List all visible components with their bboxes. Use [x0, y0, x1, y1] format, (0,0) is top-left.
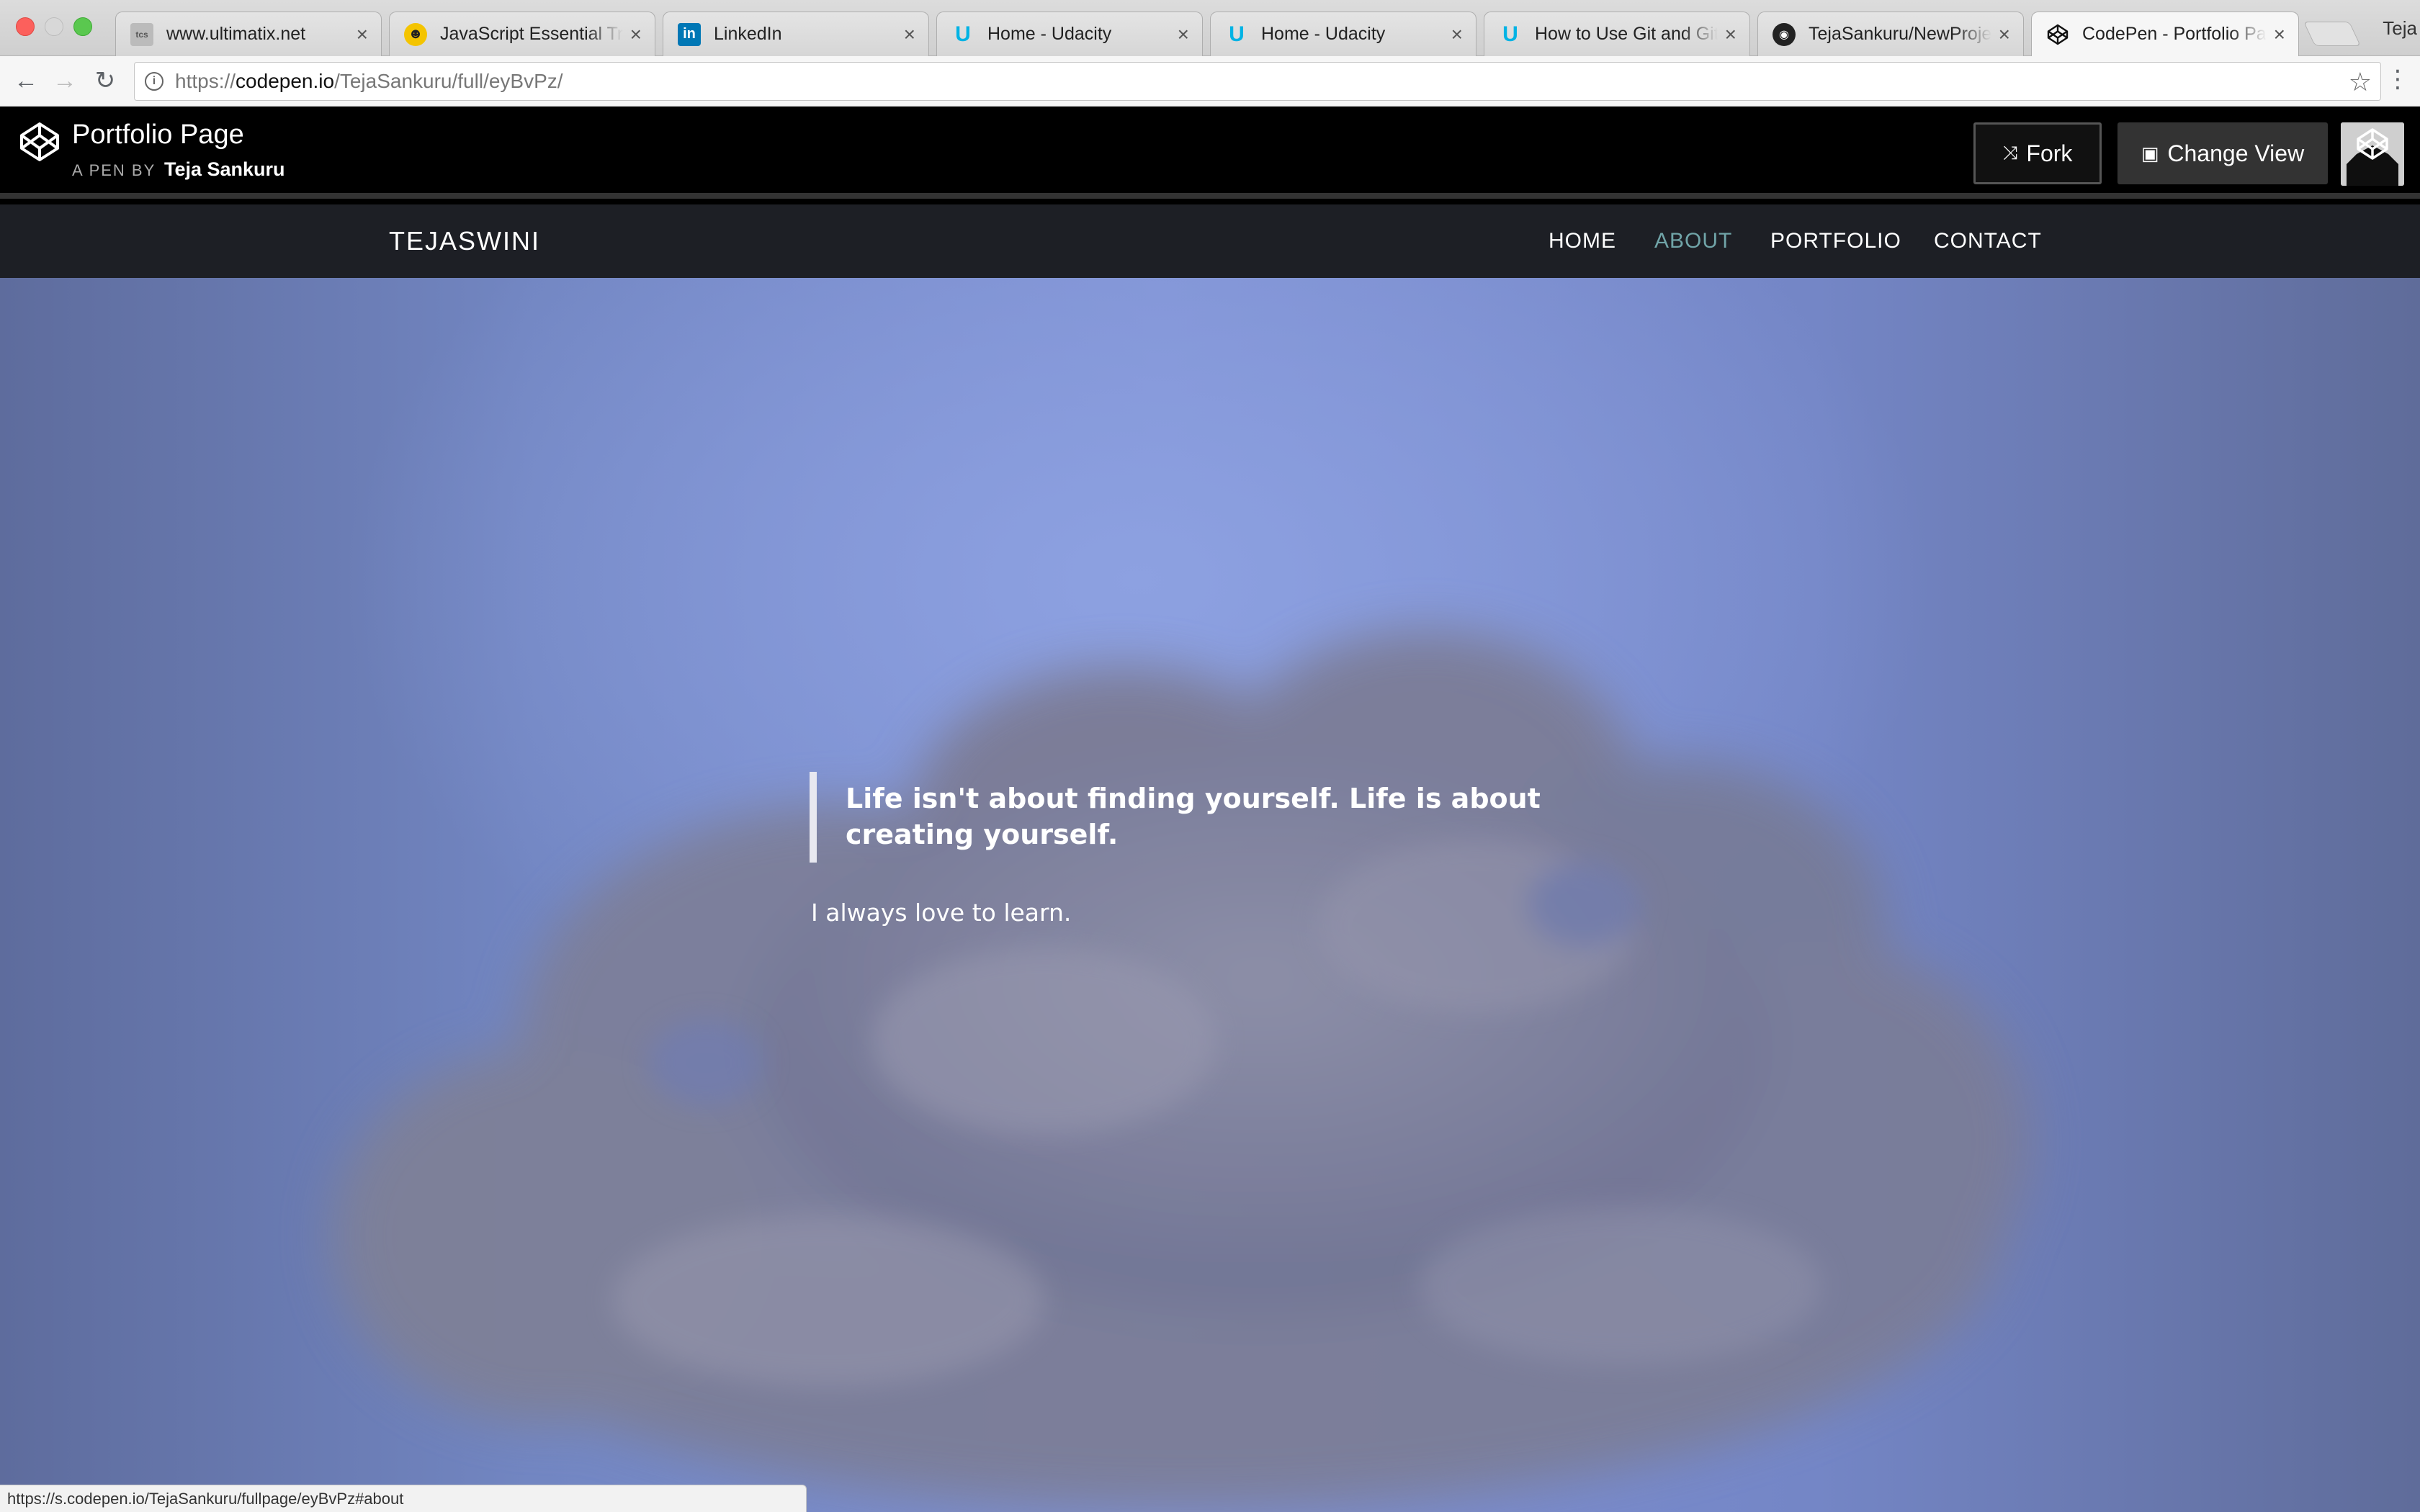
- udacity-icon: U: [1502, 22, 1518, 46]
- close-tab-icon[interactable]: ×: [904, 23, 915, 46]
- profile-name[interactable]: Teja: [2383, 17, 2417, 40]
- browser-tab-javascript[interactable]: ☻ JavaScript Essential Training ×: [389, 12, 655, 56]
- tab-title: JavaScript Essential Training: [440, 24, 623, 44]
- user-avatar[interactable]: [2341, 122, 2404, 186]
- about-subtext: I always love to learn.: [811, 899, 1072, 927]
- browser-tab-udacity-1[interactable]: U Home - Udacity ×: [936, 12, 1203, 56]
- tab-title: LinkedIn: [714, 24, 782, 44]
- tab-title: How to Use Git and GitHub: [1535, 24, 1718, 44]
- udacity-icon: U: [955, 22, 971, 46]
- nav-about[interactable]: ABOUT: [1654, 229, 1732, 253]
- browser-tab-udacity-2[interactable]: U Home - Udacity ×: [1210, 12, 1476, 56]
- nav-contact[interactable]: CONTACT: [1934, 229, 2042, 253]
- codepen-header: Portfolio Page A PEN BY Teja Sankuru ⤨ F…: [0, 107, 2420, 199]
- fork-button[interactable]: ⤨ Fork: [1973, 122, 2102, 184]
- pen-title: Portfolio Page: [72, 120, 244, 150]
- site-brand[interactable]: TEJASWINI: [389, 226, 540, 256]
- maximize-window-button[interactable]: [73, 17, 92, 36]
- fork-icon: ⤨: [2002, 142, 2018, 163]
- close-tab-icon[interactable]: ×: [630, 23, 642, 46]
- linkedin-icon: in: [678, 22, 701, 46]
- about-hero: Life isn't about finding yourself. Life …: [0, 278, 2420, 1512]
- link-status-bubble: https://s.codepen.io/TejaSankuru/fullpag…: [0, 1485, 807, 1512]
- browser-tab-strip: tcs www.ultimatix.net × ☻ JavaScript Ess…: [0, 0, 2420, 56]
- back-arrow-icon[interactable]: ←: [10, 65, 42, 96]
- nav-portfolio[interactable]: PORTFOLIO: [1770, 229, 1901, 253]
- url-text[interactable]: https://codepen.io/TejaSankuru/full/eyBv…: [175, 70, 563, 93]
- close-tab-icon[interactable]: ×: [357, 23, 368, 46]
- forward-arrow-icon[interactable]: →: [49, 65, 81, 96]
- cloud-background-image: [331, 631, 2031, 1509]
- tab-title: TejaSankuru/NewProject: [1809, 24, 1991, 44]
- udacity-icon: U: [1229, 22, 1245, 46]
- browser-tab-github[interactable]: ◉ TejaSankuru/NewProject ×: [1757, 12, 2024, 56]
- browser-menu-icon[interactable]: ⋮: [2385, 65, 2410, 94]
- close-tab-icon[interactable]: ×: [1178, 23, 1189, 46]
- nav-home[interactable]: HOME: [1549, 229, 1616, 253]
- pen-byline: A PEN BY Teja Sankuru: [72, 158, 285, 180]
- github-icon: ◉: [1773, 22, 1796, 46]
- tab-title: Home - Udacity: [1261, 24, 1386, 44]
- close-tab-icon[interactable]: ×: [1999, 23, 2010, 46]
- tab-title: CodePen - Portfolio Page: [2082, 24, 2267, 44]
- lynda-icon: ☻: [404, 22, 427, 46]
- browser-tab-codepen[interactable]: CodePen - Portfolio Page ×: [2031, 12, 2299, 56]
- view-icon: ▣: [2141, 142, 2159, 164]
- close-tab-icon[interactable]: ×: [1451, 23, 1463, 46]
- change-view-button[interactable]: ▣ Change View: [2118, 122, 2328, 184]
- bookmark-star-icon[interactable]: ☆: [2349, 67, 2372, 97]
- browser-tab-ultimatix[interactable]: tcs www.ultimatix.net ×: [115, 12, 382, 56]
- tab-title: Home - Udacity: [987, 24, 1112, 44]
- site-navbar: TEJASWINI HOME ABOUT PORTFOLIO CONTACT: [0, 204, 2420, 278]
- codepen-icon: [2046, 23, 2069, 46]
- codepen-logo-icon[interactable]: [19, 121, 60, 163]
- new-tab-button[interactable]: [2303, 22, 2361, 46]
- site-info-icon[interactable]: i: [145, 72, 163, 91]
- close-tab-icon[interactable]: ×: [1725, 23, 1736, 46]
- address-bar[interactable]: i https://codepen.io/TejaSankuru/full/ey…: [134, 62, 2381, 101]
- browser-tab-git[interactable]: U How to Use Git and GitHub ×: [1484, 12, 1750, 56]
- browser-toolbar: ← → ↻ i https://codepen.io/TejaSankuru/f…: [0, 56, 2420, 107]
- tab-title: www.ultimatix.net: [166, 24, 306, 44]
- about-quote: Life isn't about finding yourself. Life …: [810, 772, 1573, 863]
- close-window-button[interactable]: [16, 17, 35, 36]
- minimize-window-button[interactable]: [45, 17, 63, 36]
- close-tab-icon[interactable]: ×: [2274, 23, 2285, 46]
- ultimatix-icon: tcs: [130, 22, 153, 46]
- pen-author-link[interactable]: Teja Sankuru: [164, 158, 285, 180]
- reload-icon[interactable]: ↻: [89, 65, 121, 96]
- browser-tab-linkedin[interactable]: in LinkedIn ×: [663, 12, 929, 56]
